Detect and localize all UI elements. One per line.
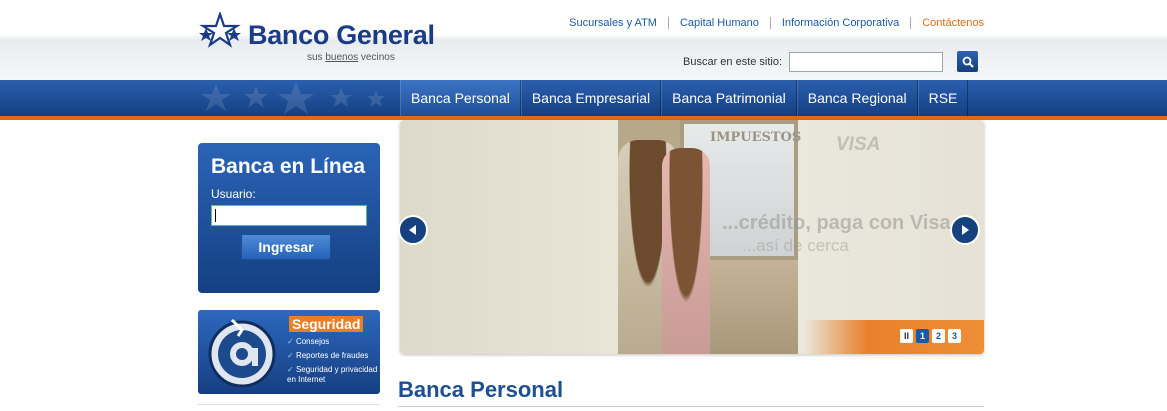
divider bbox=[398, 406, 984, 407]
login-title: Banca en Línea bbox=[211, 155, 366, 178]
at-sign-icon bbox=[208, 318, 276, 388]
tab-banca-patrimonial[interactable]: Banca Patrimonial bbox=[661, 80, 797, 116]
tab-banca-regional[interactable]: Banca Regional bbox=[796, 80, 918, 116]
security-item-privacidad[interactable]: Seguridad y privacidad en Internet bbox=[287, 365, 380, 385]
link-contactenos[interactable]: Contáctenos bbox=[922, 17, 984, 29]
carousel-page-1[interactable]: 1 bbox=[916, 329, 929, 343]
brand-name: Banco General bbox=[248, 20, 435, 50]
carousel-page-3[interactable]: 3 bbox=[948, 329, 961, 343]
header bbox=[0, 0, 1167, 80]
divider bbox=[667, 17, 669, 29]
divider bbox=[910, 17, 912, 29]
security-item-consejos[interactable]: Consejos bbox=[287, 337, 380, 347]
link-capital-humano[interactable]: Capital Humano bbox=[680, 17, 759, 29]
tab-banca-empresarial[interactable]: Banca Empresarial bbox=[520, 80, 662, 116]
search-button[interactable] bbox=[957, 51, 978, 72]
stars-decoration-icon bbox=[201, 82, 385, 114]
tab-banca-personal[interactable]: Banca Personal bbox=[400, 80, 521, 116]
carousel-sign-text: IMPUESTOS bbox=[710, 130, 802, 145]
search-label: Buscar en este sitio: bbox=[683, 56, 783, 68]
hero-carousel[interactable]: IMPUESTOS VISA ...crédito, paga con Visa… bbox=[400, 120, 984, 354]
arrow-left-icon bbox=[409, 225, 416, 235]
carousel-pause-button[interactable]: II bbox=[900, 329, 913, 343]
arrow-right-icon bbox=[962, 225, 969, 235]
link-sucursales[interactable]: Sucursales y ATM bbox=[569, 17, 657, 29]
tab-rse[interactable]: RSE bbox=[917, 80, 969, 116]
visa-logo: VISA bbox=[836, 134, 881, 155]
carousel-pager: II 1 2 3 bbox=[900, 329, 961, 343]
username-label: Usuario: bbox=[211, 187, 256, 201]
security-item-fraudes[interactable]: Reportes de fraudes bbox=[287, 351, 380, 361]
security-title: Seguridad bbox=[289, 316, 364, 332]
brand-logo[interactable]: Banco General sus buenos vecinos bbox=[196, 12, 435, 68]
online-banking-login: Banca en Línea Usuario: Ingresar bbox=[198, 143, 380, 293]
security-banner[interactable]: Seguridad Consejos Reportes de fraudes S… bbox=[198, 310, 380, 394]
page-title: Banca Personal bbox=[398, 377, 564, 402]
divider bbox=[769, 17, 771, 29]
nav-tabs: Banca Personal Banca Empresarial Banca P… bbox=[400, 80, 969, 116]
text-caret bbox=[215, 209, 216, 222]
carousel-image-person bbox=[662, 148, 710, 354]
carousel-prev-button[interactable] bbox=[398, 215, 428, 245]
carousel-page-2[interactable]: 2 bbox=[932, 329, 945, 343]
carousel-promo-line1: ...crédito, paga con Visa bbox=[722, 212, 951, 234]
username-input[interactable] bbox=[211, 205, 367, 226]
brand-tagline: sus buenos vecinos bbox=[307, 52, 395, 63]
search-icon bbox=[962, 56, 974, 68]
carousel-promo-line2: ...así de cerca bbox=[742, 236, 849, 255]
login-button[interactable]: Ingresar bbox=[241, 234, 331, 260]
divider bbox=[198, 404, 380, 405]
stars-logo-icon bbox=[199, 12, 241, 48]
search-input[interactable] bbox=[789, 52, 943, 72]
security-list: Consejos Reportes de fraudes Seguridad y… bbox=[287, 337, 380, 389]
link-informacion-corporativa[interactable]: Información Corporativa bbox=[782, 17, 899, 29]
carousel-next-button[interactable] bbox=[950, 215, 980, 245]
top-links: Sucursales y ATM Capital Humano Informac… bbox=[569, 17, 984, 29]
